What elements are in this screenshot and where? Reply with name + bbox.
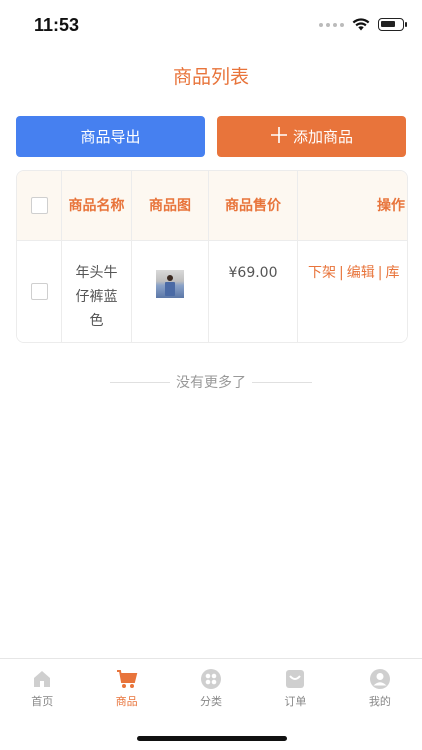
tab-profile[interactable]: 我的 <box>338 659 422 718</box>
header-name: 商品名称 <box>62 171 132 240</box>
row-checkbox[interactable] <box>30 283 48 300</box>
cart-icon <box>116 668 138 690</box>
no-more-text: 没有更多了 <box>176 375 246 391</box>
tab-bar: 首页 商品 分类 订单 我的 <box>0 658 422 718</box>
tab-home[interactable]: 首页 <box>0 659 84 718</box>
plus-icon <box>270 126 288 148</box>
stock-link[interactable]: 库 <box>385 261 399 342</box>
add-product-button[interactable]: 添加商品 <box>217 116 406 157</box>
home-icon <box>31 668 53 690</box>
wifi-icon <box>352 18 370 31</box>
table-row: 年头牛仔裤蓝色 ¥69.00 下架 | 编辑 | 库 <box>17 241 407 342</box>
header-price: 商品售价 <box>209 171 298 240</box>
select-all-checkbox[interactable] <box>30 197 48 214</box>
home-indicator <box>137 736 287 741</box>
product-table: 商品名称 商品图 商品售价 操作 年头牛仔裤蓝色 ¥69.00 下架 | 编辑 … <box>16 170 408 343</box>
header-image: 商品图 <box>132 171 209 240</box>
tab-orders-label: 订单 <box>284 695 307 708</box>
edit-link[interactable]: 编辑 <box>347 261 375 342</box>
row-checkbox-cell <box>17 241 62 342</box>
header-checkbox-cell <box>17 171 62 240</box>
status-time: 11:53 <box>34 15 80 35</box>
no-more-indicator: 没有更多了 <box>0 372 422 392</box>
unlist-link[interactable]: 下架 <box>308 261 336 342</box>
tab-products-label: 商品 <box>115 695 138 708</box>
product-thumbnail[interactable] <box>156 270 184 298</box>
battery-icon <box>378 18 407 31</box>
signal-icon <box>319 22 344 27</box>
divider-line <box>252 381 312 383</box>
status-bar: 11:53 <box>0 0 422 52</box>
tab-profile-label: 我的 <box>368 695 391 708</box>
export-button-label: 商品导出 <box>80 129 141 146</box>
tab-home-label: 首页 <box>31 695 54 708</box>
product-name: 年头牛仔裤蓝色 <box>62 241 132 342</box>
tab-category[interactable]: 分类 <box>169 659 253 718</box>
product-image-cell <box>132 241 209 342</box>
product-ops: 下架 | 编辑 | 库 <box>298 241 407 342</box>
profile-icon <box>369 668 391 690</box>
tab-products[interactable]: 商品 <box>84 659 168 718</box>
divider-line <box>110 381 170 383</box>
op-divider: | <box>339 265 344 281</box>
page-title: 商品列表 <box>172 66 249 88</box>
table-header-row: 商品名称 商品图 商品售价 操作 <box>17 171 407 241</box>
product-price: ¥69.00 <box>209 241 298 342</box>
tab-orders[interactable]: 订单 <box>253 659 337 718</box>
order-icon <box>284 668 306 690</box>
export-products-button[interactable]: 商品导出 <box>16 116 205 157</box>
category-icon <box>200 668 222 690</box>
tab-category-label: 分类 <box>200 695 223 708</box>
add-button-label: 添加商品 <box>292 129 353 146</box>
op-divider: | <box>377 265 383 281</box>
header-ops: 操作 <box>377 197 405 214</box>
status-icons <box>319 18 407 31</box>
